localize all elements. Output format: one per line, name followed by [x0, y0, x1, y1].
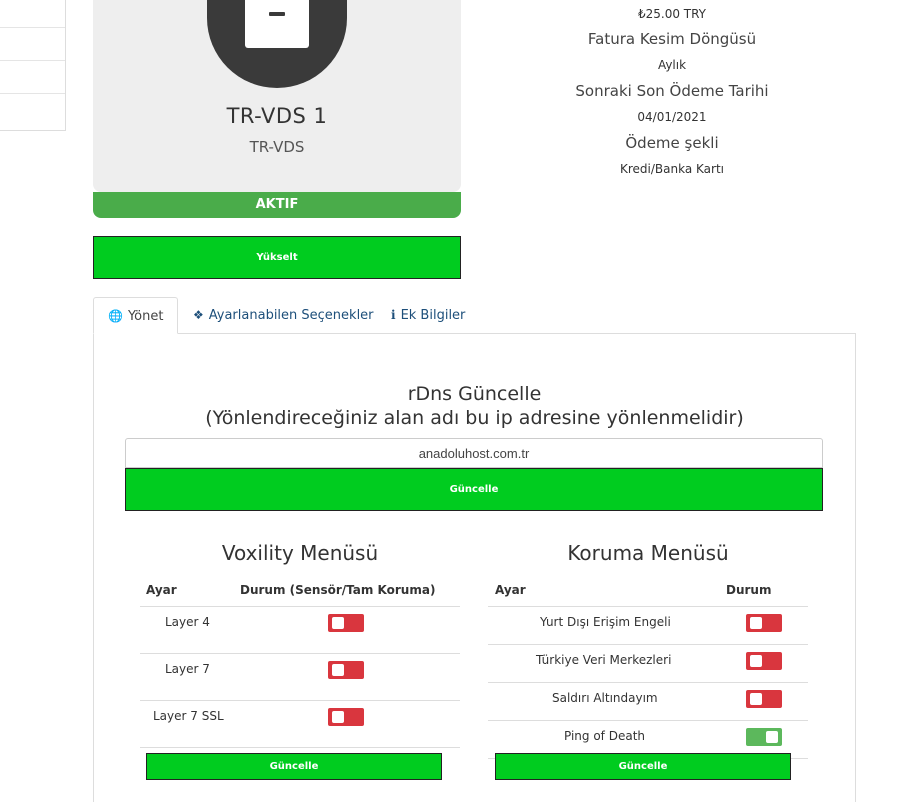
divider	[488, 682, 808, 683]
protection-row-label: Yurt Dışı Erişim Engeli	[540, 615, 671, 629]
protection-row-label: Ping of Death	[564, 729, 646, 743]
archive-box-icon	[245, 0, 309, 48]
sidebar-row[interactable]	[0, 61, 65, 94]
layer4-toggle[interactable]	[328, 614, 364, 632]
voxility-col-setting: Ayar	[146, 583, 177, 597]
due-date-label: Sonraki Son Ödeme Tarihi	[575, 82, 769, 100]
product-group: TR-VDS	[249, 138, 305, 156]
toggle-knob	[750, 617, 762, 629]
layer7-toggle[interactable]	[328, 661, 364, 679]
divider	[488, 644, 808, 645]
rdns-title: rDns Güncelle (Yönlendireceğiniz alan ad…	[93, 382, 856, 430]
voxility-update-button[interactable]: Güncelle	[146, 753, 442, 780]
rdns-title-line1: rDns Güncelle	[407, 383, 542, 405]
divider	[140, 606, 460, 607]
divider	[488, 720, 808, 721]
info-icon: i	[391, 308, 396, 322]
protection-update-button[interactable]: Güncelle	[495, 753, 791, 780]
sidebar-row[interactable]	[0, 94, 65, 127]
payment-method-label: Ödeme şekli	[625, 134, 719, 152]
ping-of-death-toggle[interactable]	[746, 728, 782, 746]
voxility-row-label: Layer 4	[165, 615, 210, 629]
billing-cycle-label: Fatura Kesim Döngüsü	[587, 30, 757, 48]
protection-menu-title: Koruma Menüsü	[567, 541, 729, 565]
toggle-knob	[332, 664, 344, 676]
voxility-menu-title: Voxility Menüsü	[221, 541, 379, 565]
turkey-datacenters-toggle[interactable]	[746, 652, 782, 670]
voxility-col-status: Durum (Sensör/Tam Koruma)	[240, 583, 436, 597]
sidebar-row[interactable]	[0, 0, 65, 28]
toggle-knob	[766, 731, 778, 743]
layer7-ssl-toggle[interactable]	[328, 708, 364, 726]
toggle-knob	[750, 655, 762, 667]
sidebar-menu	[0, 0, 66, 131]
divider	[140, 700, 460, 701]
rdns-update-button[interactable]: Güncelle	[125, 468, 823, 511]
divider	[140, 653, 460, 654]
product-card: TR-VDS 1 TR-VDS AKTIF	[93, 0, 461, 218]
sidebar-row[interactable]	[0, 28, 65, 61]
payment-method-value: Kredi/Banka Kartı	[620, 162, 724, 176]
toggle-knob	[332, 617, 344, 629]
tab-label: Ayarlanabilen Seçenekler	[208, 308, 374, 323]
geo-block-toggle[interactable]	[746, 614, 782, 632]
tab-additional-info[interactable]: i Ek Bilgiler	[377, 297, 479, 334]
rdns-title-line2: (Yönlendireceğiniz alan adı bu ip adresi…	[205, 407, 744, 429]
product-name: TR-VDS 1	[226, 104, 328, 128]
divider	[140, 747, 460, 748]
toggle-knob	[332, 711, 344, 723]
upgrade-button[interactable]: Yükselt	[93, 236, 461, 279]
protection-col-setting: Ayar	[495, 583, 526, 597]
status-badge: AKTIF	[93, 184, 461, 218]
voxility-row-label: Layer 7	[165, 662, 210, 676]
under-attack-toggle[interactable]	[746, 690, 782, 708]
cubes-icon: ❖	[193, 308, 204, 322]
voxility-row-label: Layer 7 SSL	[153, 709, 224, 723]
tab-bar: 🌐 Yönet ❖ Ayarlanabilen Seçenekler i Ek Bil…	[93, 297, 856, 334]
globe-icon: 🌐	[108, 309, 123, 323]
toggle-knob	[750, 693, 762, 705]
protection-col-status: Durum	[726, 583, 772, 597]
due-date-value: 04/01/2021	[637, 110, 707, 124]
billing-amount: ₺25.00 TRY	[637, 7, 707, 21]
tab-label: Yönet	[127, 309, 164, 324]
divider	[488, 606, 808, 607]
tab-manage[interactable]: 🌐 Yönet	[93, 297, 179, 334]
rdns-input[interactable]	[125, 438, 823, 468]
protection-row-label: Saldırı Altındayım	[552, 691, 658, 705]
protection-row-label: Türkiye Veri Merkezleri	[536, 653, 672, 667]
tab-label: Ek Bilgiler	[400, 308, 466, 323]
tab-configurable-options[interactable]: ❖ Ayarlanabilen Seçenekler	[179, 297, 388, 334]
billing-cycle-value: Aylık	[657, 58, 687, 72]
